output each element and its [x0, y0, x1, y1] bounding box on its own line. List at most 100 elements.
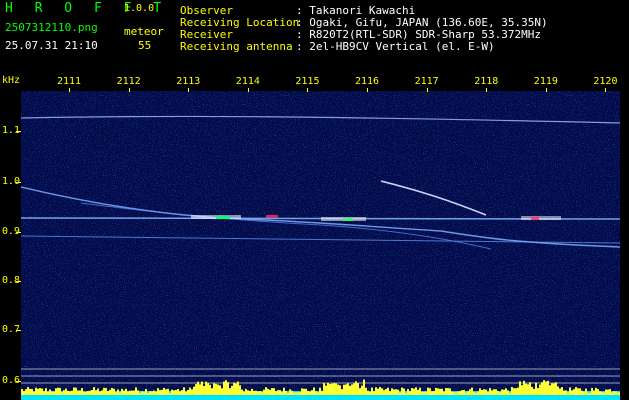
signal-bar [241, 389, 243, 395]
signal-bar [429, 388, 431, 395]
signal-bar [405, 392, 407, 395]
meteor-echo [531, 217, 539, 220]
time-tick-mark [128, 88, 130, 92]
signal-bar [485, 389, 487, 395]
signal-bar [533, 388, 535, 395]
signal-bar [319, 387, 321, 395]
time-tick-mark [426, 88, 428, 92]
signal-bar [605, 389, 607, 395]
signal-bar [123, 390, 125, 395]
meteor-label: meteor [124, 25, 164, 38]
signal-bar [393, 389, 395, 395]
signal-bar [167, 388, 169, 395]
signal-bar [381, 388, 383, 395]
signal-bar [199, 384, 201, 395]
signal-bar [31, 388, 33, 395]
signal-bar [545, 381, 547, 395]
signal-bar [489, 388, 491, 395]
signal-bar [401, 387, 403, 395]
signal-bar [87, 391, 89, 395]
signal-bar [421, 391, 423, 395]
signal-bar [75, 387, 77, 395]
signal-bar [527, 384, 529, 395]
time-tick-mark [367, 88, 368, 92]
time-tick-label: 2114 [235, 76, 260, 87]
signal-bar [139, 392, 141, 395]
signal-bar [41, 388, 43, 395]
signal-bar [603, 392, 605, 395]
signal-bar [383, 390, 385, 395]
signal-bar [619, 391, 620, 395]
signal-bar [611, 392, 613, 395]
meteor-count: 55 [138, 39, 152, 52]
time-tick-label: 2112 [116, 76, 141, 87]
time-tick-label: 2118 [474, 76, 499, 87]
signal-bar [211, 388, 213, 395]
frequency-tick-mark [16, 330, 21, 331]
signal-bar [417, 389, 419, 395]
signal-bar [73, 387, 75, 395]
signal-bar [257, 391, 259, 395]
signal-bar [143, 392, 145, 395]
time-tick-mark [545, 88, 547, 92]
antenna-label: Receiving antenna [180, 40, 293, 53]
time-axis: 2111 2112 2113 2114 2115 2116 2117 2118 2119 2120 [0, 76, 629, 91]
signal-bar [411, 388, 413, 395]
signal-bar [477, 391, 479, 395]
signal-bar [105, 388, 107, 395]
signal-bar [325, 385, 327, 395]
signal-bar [175, 389, 177, 395]
signal-bar [339, 385, 341, 395]
signal-bar [187, 389, 189, 395]
signal-bar [289, 389, 291, 395]
time-tick-label: 2111 [57, 76, 82, 87]
signal-bar [131, 390, 133, 395]
signal-bar [291, 390, 293, 395]
signal-bar [185, 391, 187, 395]
signal-bar [333, 383, 335, 395]
signal-bar [493, 389, 495, 395]
signal-bar [113, 388, 115, 395]
signal-bar [223, 381, 225, 395]
signal-bar [447, 388, 449, 395]
signal-bar [585, 388, 587, 395]
signal-bar [39, 388, 41, 395]
file-name: 2507312110.png [5, 21, 98, 34]
signal-bar [177, 389, 179, 395]
signal-bar [65, 388, 67, 395]
signal-bar [57, 387, 59, 395]
signal-bar [555, 382, 557, 395]
signal-bar [327, 382, 329, 395]
signal-bar [463, 390, 465, 395]
signal-bar [173, 390, 175, 395]
signal-bar [137, 390, 139, 395]
signal-bar [201, 381, 203, 395]
signal-bar [471, 387, 473, 395]
signal-bar [191, 389, 193, 395]
frequency-tick-mark [16, 182, 21, 183]
frequency-tick-mark [16, 131, 21, 132]
signal-bar [337, 384, 339, 395]
signal-bar [521, 385, 523, 395]
signal-bar [231, 385, 233, 395]
signal-bar [111, 387, 113, 395]
signal-bar [561, 387, 563, 395]
signal-bar [277, 390, 279, 395]
signal-bar [47, 391, 49, 395]
signal-bar [563, 390, 565, 395]
spectrogram-display [21, 91, 620, 400]
signal-bar [323, 382, 325, 395]
signal-bar [395, 389, 397, 395]
signal-bar [513, 388, 515, 395]
signal-bar [81, 388, 83, 395]
signal-bar [207, 383, 209, 395]
signal-bar [553, 383, 555, 395]
signal-bar [551, 383, 553, 395]
signal-bar [599, 391, 601, 395]
meteor-echo [343, 218, 353, 221]
signal-bar [271, 388, 273, 395]
signal-bar [265, 387, 267, 395]
time-tick-label: 2120 [593, 76, 618, 87]
signal-bar [495, 389, 497, 395]
signal-bar [155, 391, 157, 395]
